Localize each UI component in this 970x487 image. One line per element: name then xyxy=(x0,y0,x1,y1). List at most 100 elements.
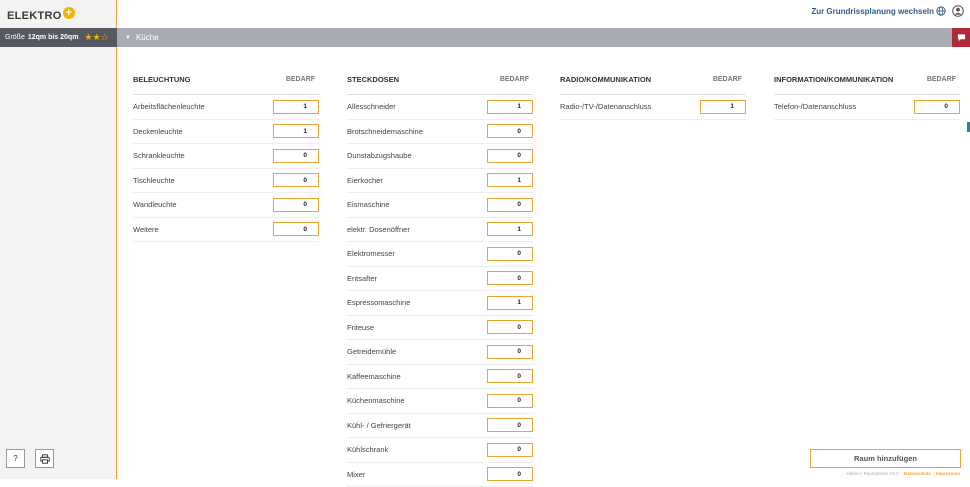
list-item: Telefon-/Datenanschluss 0 xyxy=(774,95,960,120)
item-label: Brotschneidemaschine xyxy=(347,127,423,136)
column-title: BELEUCHTUNG xyxy=(133,75,191,84)
size-label: Größe xyxy=(5,34,25,41)
quantity-input[interactable]: 0 xyxy=(487,124,533,138)
quantity-input[interactable]: 1 xyxy=(487,173,533,187)
quantity-input[interactable]: 0 xyxy=(487,198,533,212)
top-bar: Zur Grundrissplanung wechseln xyxy=(117,0,970,28)
quantity-input[interactable]: 1 xyxy=(487,222,533,236)
room-header[interactable]: ▼ Küche xyxy=(117,28,952,47)
bedarf-label: BEDARF xyxy=(500,76,529,83)
quantity-input[interactable]: 1 xyxy=(273,124,319,138)
quantity-input[interactable]: 0 xyxy=(487,394,533,408)
quantity-input[interactable]: 1 xyxy=(273,100,319,114)
quantity-input[interactable]: 0 xyxy=(273,198,319,212)
quantity-input[interactable]: 1 xyxy=(487,296,533,310)
help-label: ? xyxy=(13,454,17,463)
column-beleuchtung: BELEUCHTUNG BEDARF Arbeitsflächenleuchte… xyxy=(133,70,319,242)
star-outline-icon: ☆ xyxy=(101,32,109,42)
logo[interactable]: ELEKTRO + xyxy=(7,6,75,26)
quantity-input[interactable]: 1 xyxy=(487,100,533,114)
list-item: Eierkocher 1 xyxy=(347,169,533,194)
logo-plus-icon: + xyxy=(63,7,75,19)
quantity-input[interactable]: 0 xyxy=(273,149,319,163)
column-steckdosen: STECKDOSEN BEDARF Allesschneider 1 Brotsch… xyxy=(347,70,533,487)
room-size-bar: Größe 12qm bis 20qm ★★☆ xyxy=(0,28,117,47)
list-item: Kühl- / Gefriergerät 0 xyxy=(347,414,533,439)
list-item: Kaffeemaschine0 xyxy=(347,365,533,390)
footer: elektro+ Raumplaner V2.0 Datenschutz Imp… xyxy=(846,471,960,476)
bedarf-label: BEDARF xyxy=(286,76,315,83)
list-item: Arbeitsflächenleuchte 1 xyxy=(133,95,319,120)
user-icon[interactable] xyxy=(952,5,964,17)
help-button[interactable]: ? xyxy=(6,449,25,468)
column-title: STECKDOSEN xyxy=(347,75,399,84)
item-label: Eierkocher xyxy=(347,176,383,185)
item-label: Deckenleuchte xyxy=(133,127,183,136)
quantity-input[interactable]: 0 xyxy=(273,173,319,187)
column-title: INFORMATION/KOMMUNIKATION xyxy=(774,75,893,84)
list-item: Friteuse0 xyxy=(347,316,533,341)
list-item: Elektromesser 0 xyxy=(347,242,533,267)
chat-icon xyxy=(957,33,966,42)
privacy-link[interactable]: Datenschutz xyxy=(904,471,931,476)
column-radio-kommunikation: RADIO/KOMMUNIKATION BEDARF Radio-/TV-/Da… xyxy=(560,70,746,120)
printer-icon xyxy=(40,454,50,464)
item-label: Telefon-/Datenanschluss xyxy=(774,102,856,111)
item-label: Schrankleuchte xyxy=(133,151,185,160)
logo-text: ELEKTRO xyxy=(7,10,62,22)
list-item: Küchenmaschine 0 xyxy=(347,389,533,414)
item-label: Espressomaschine xyxy=(347,298,410,307)
quantity-input[interactable]: 0 xyxy=(487,369,533,383)
switch-floorplan-link[interactable]: Zur Grundrissplanung wechseln xyxy=(811,7,934,16)
list-item: Kühlschrank 0 xyxy=(347,438,533,463)
column-information-kommunikation: INFORMATION/KOMMUNIKATION BEDARF Telefon… xyxy=(774,70,960,120)
quantity-input[interactable]: 0 xyxy=(487,247,533,261)
item-label: Wandleuchte xyxy=(133,200,177,209)
list-item: Wandleuchte 0 xyxy=(133,193,319,218)
quantity-input[interactable]: 0 xyxy=(273,222,319,236)
list-item: Radio-/TV-/Datenanschluss 1 xyxy=(560,95,746,120)
room-name: Küche xyxy=(136,33,159,42)
list-item: Mixer 0 xyxy=(347,463,533,487)
chat-button[interactable] xyxy=(952,28,970,47)
quantity-input[interactable]: 0 xyxy=(914,100,960,114)
list-item: Espressomaschine 1 xyxy=(347,291,533,316)
list-item: Schrankleuchte 0 xyxy=(133,144,319,169)
imprint-link[interactable]: Impressum xyxy=(936,471,960,476)
item-label: Küchenmaschine xyxy=(347,396,405,405)
add-room-button[interactable]: Raum hinzufügen xyxy=(810,449,961,468)
item-label: elektr. Dosenöffner xyxy=(347,225,410,234)
bedarf-label: BEDARF xyxy=(927,76,956,83)
item-label: Kühlschrank xyxy=(347,445,388,454)
sidebar: ELEKTRO + Größe 12qm bis 20qm ★★☆ ? xyxy=(0,0,117,479)
list-item: Tischleuchte0 xyxy=(133,169,319,194)
quantity-input[interactable]: 0 xyxy=(487,345,533,359)
quantity-input[interactable]: 0 xyxy=(487,443,533,457)
item-label: Mixer xyxy=(347,470,365,479)
column-header: RADIO/KOMMUNIKATION BEDARF xyxy=(560,70,746,88)
item-label: Elektromesser xyxy=(347,249,395,258)
quantity-input[interactable]: 0 xyxy=(487,467,533,481)
list-item: Weitere 0 xyxy=(133,218,319,243)
list-item: Allesschneider 1 xyxy=(347,95,533,120)
quantity-input[interactable]: 0 xyxy=(487,149,533,163)
quantity-input[interactable]: 1 xyxy=(700,100,746,114)
quantity-input[interactable]: 0 xyxy=(487,418,533,432)
column-header: BELEUCHTUNG BEDARF xyxy=(133,70,319,88)
item-label: Radio-/TV-/Datenanschluss xyxy=(560,102,651,111)
item-label: Kühl- / Gefriergerät xyxy=(347,421,411,430)
quantity-input[interactable]: 0 xyxy=(487,320,533,334)
item-label: Arbeitsflächenleuchte xyxy=(133,102,205,111)
size-value: 12qm bis 20qm xyxy=(28,34,79,41)
star-icon: ★ xyxy=(93,32,101,42)
print-button[interactable] xyxy=(35,449,54,468)
quantity-input[interactable]: 0 xyxy=(487,271,533,285)
item-label: Weitere xyxy=(133,225,159,234)
item-label: Allesschneider xyxy=(347,102,396,111)
globe-icon[interactable] xyxy=(936,6,946,16)
list-item: Getreidemühle0 xyxy=(347,340,533,365)
column-header: INFORMATION/KOMMUNIKATION BEDARF xyxy=(774,70,960,88)
column-title: RADIO/KOMMUNIKATION xyxy=(560,75,651,84)
copyright-text: elektro+ Raumplaner V2.0 xyxy=(846,471,898,476)
bedarf-label: BEDARF xyxy=(713,76,742,83)
